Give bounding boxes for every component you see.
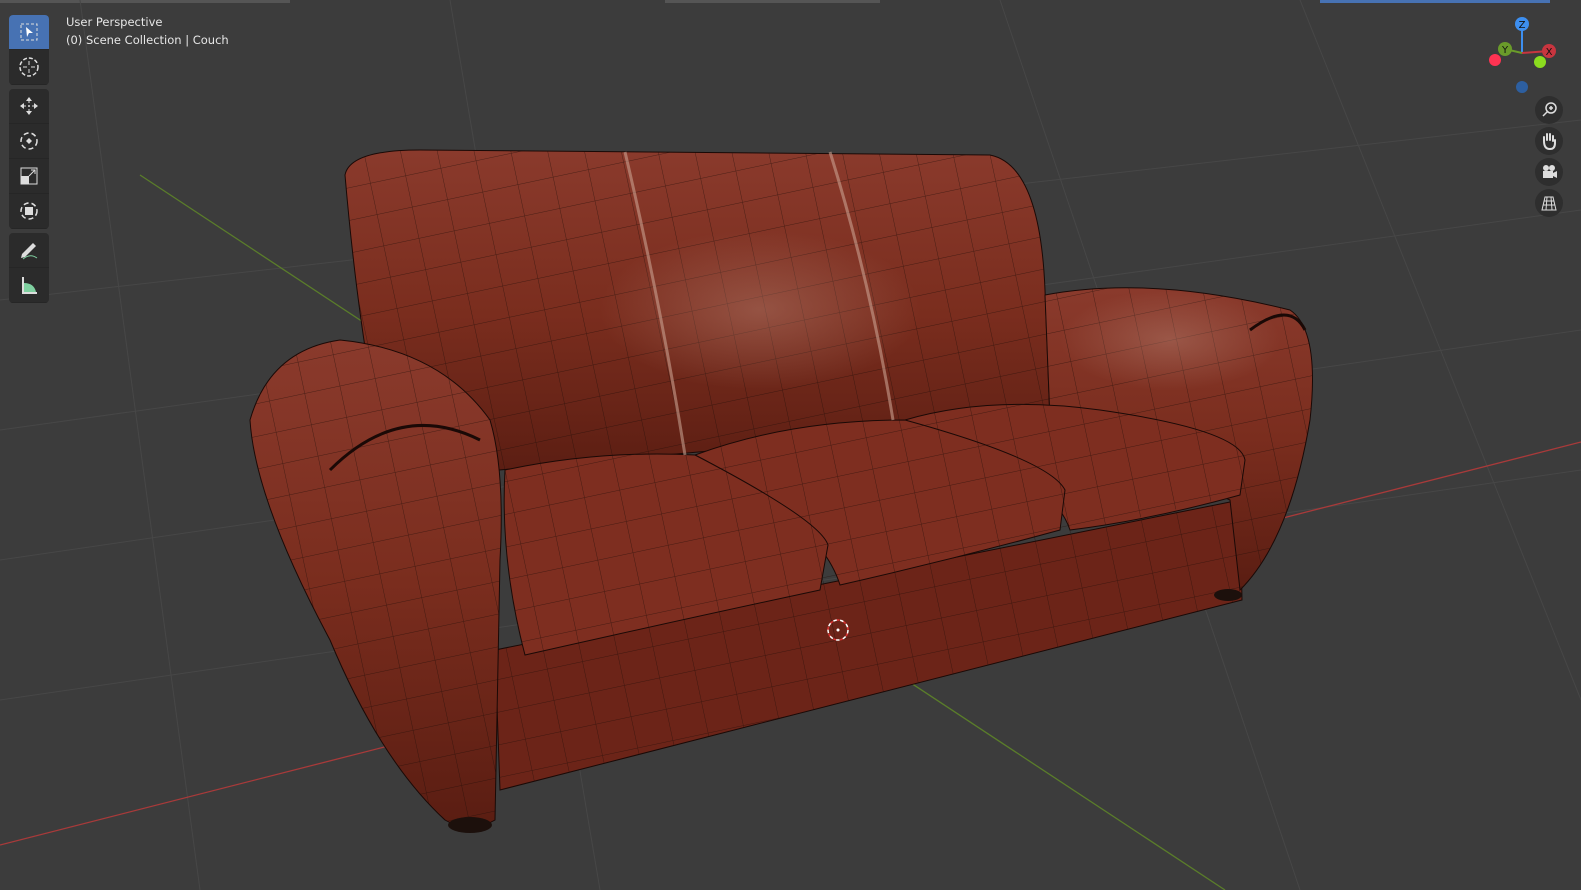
toolbar-group-transform: [9, 89, 49, 229]
rotate-tool[interactable]: [9, 124, 49, 159]
scale-icon: [20, 167, 38, 185]
select-box-icon: [20, 23, 38, 41]
rotate-icon: [20, 132, 38, 150]
annotate-icon: [21, 243, 38, 260]
toolbar-group-select: [9, 15, 49, 85]
gizmo-neg-z: [1516, 81, 1528, 93]
gizmo-neg-y: [1534, 56, 1546, 68]
transform-icon: [20, 202, 38, 220]
ortho-toggle-button[interactable]: [1535, 189, 1563, 217]
gizmo-z-label: Z: [1519, 20, 1526, 31]
toolbar-group-annotate: [9, 233, 49, 303]
grid-ortho-icon: [1541, 196, 1557, 211]
annotate-tool[interactable]: [9, 233, 49, 268]
move-tool[interactable]: [9, 89, 49, 124]
zoom-icon: [1542, 102, 1557, 117]
collection-info: (0) Scene Collection | Couch: [66, 33, 229, 47]
camera-icon: [1543, 165, 1557, 178]
zoom-button[interactable]: [1535, 96, 1563, 124]
transform-tool[interactable]: [9, 194, 49, 229]
cursor-tool[interactable]: [9, 50, 49, 85]
scale-tool[interactable]: [9, 159, 49, 194]
measure-tool[interactable]: [9, 268, 49, 303]
camera-view-button[interactable]: [1535, 158, 1563, 186]
gizmo-y-label: Y: [1501, 45, 1509, 56]
navigation-gizmo[interactable]: Z Y X: [1489, 17, 1556, 93]
measure-icon: [22, 277, 37, 294]
gizmo-neg-x: [1489, 54, 1501, 66]
pan-hand-icon: [1543, 133, 1556, 150]
pan-button[interactable]: [1535, 127, 1563, 155]
move-icon: [20, 97, 38, 115]
couch-model[interactable]: [249, 149, 1313, 833]
select-box-tool[interactable]: [9, 15, 49, 50]
cursor-icon: [19, 57, 39, 77]
view-name: User Perspective: [66, 15, 163, 29]
3d-viewport[interactable]: Z Y X: [0, 0, 1581, 890]
gizmo-x-label: X: [1546, 47, 1553, 58]
